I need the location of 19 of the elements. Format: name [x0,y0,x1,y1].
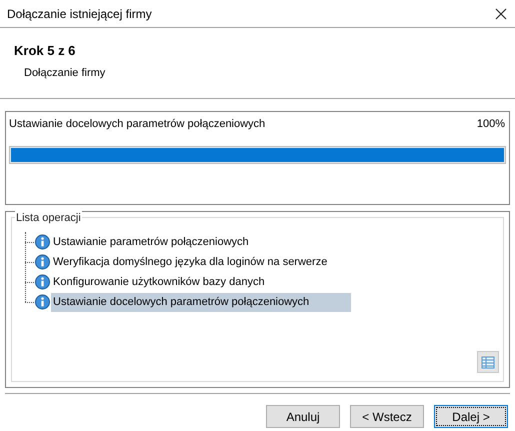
operation-item[interactable]: Ustawianie docelowych parametrów połączeniowych [51,292,351,312]
progress-percent: 100% [476,117,506,132]
dialog-button[interactable]: Dalej > [434,405,508,428]
info-icon [34,234,51,250]
operation-item[interactable]: Konfigurowanie użytkowników bazy danych [51,272,267,292]
dialog-button[interactable]: Anuluj [266,405,340,428]
progress-label: Ustawianie docelowych parametrów połączeniowych [9,117,266,132]
table-icon [481,356,495,368]
operation-item[interactable]: Weryfikacja domyślnego języka dla loginów na serwerze [51,252,330,272]
close-icon[interactable] [495,8,507,20]
step-title: Krok 5 z 6 [14,42,76,60]
info-icon [34,294,51,310]
dialog-button[interactable]: < Wstecz [350,405,424,428]
operation-item[interactable]: Ustawianie parametrów połączeniowych [51,232,251,252]
info-icon [34,274,51,290]
group-title: Lista operacji [15,210,82,226]
step-subtitle: Dołączanie firmy [23,66,106,80]
info-icon [34,254,51,270]
window-title: Dołączanie istniejącej firmy [7,6,152,22]
